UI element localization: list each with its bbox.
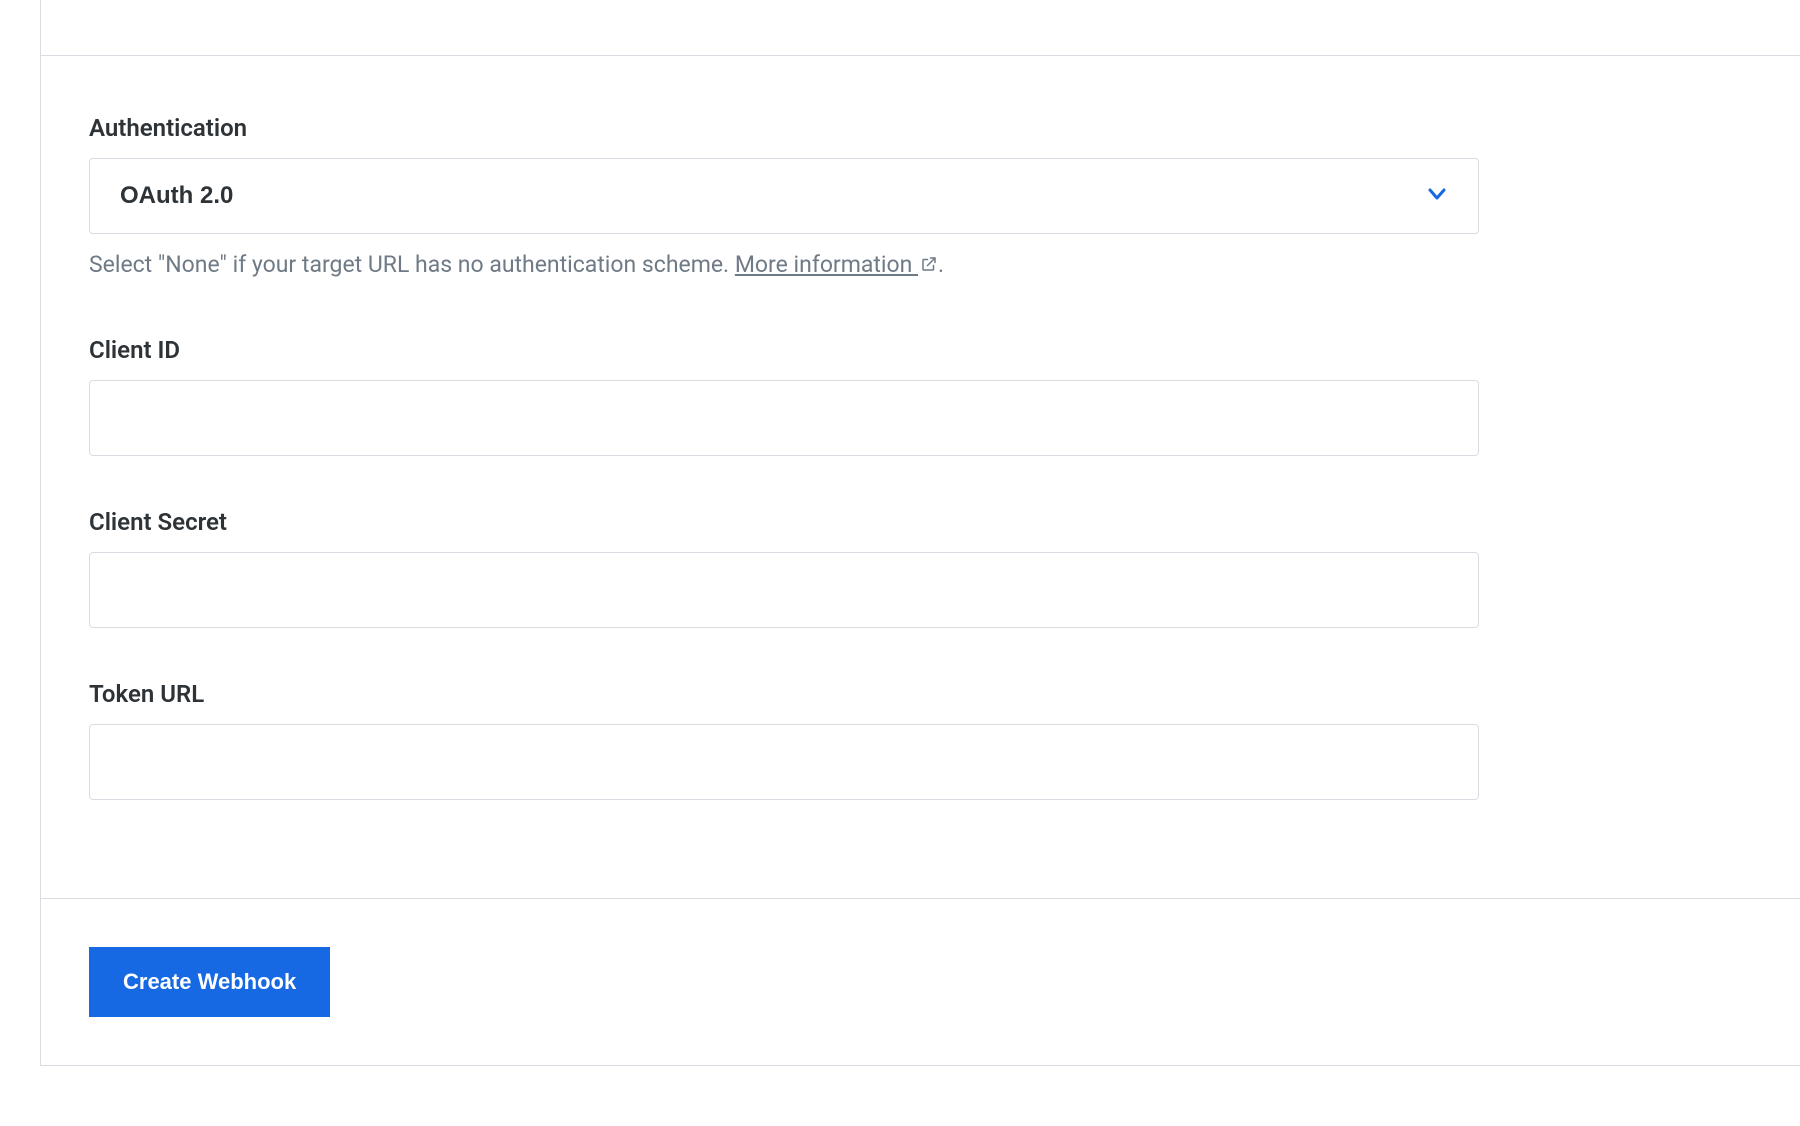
token-url-label: Token URL bbox=[89, 680, 1752, 708]
client-secret-group: Client Secret bbox=[89, 508, 1752, 628]
client-id-group: Client ID bbox=[89, 336, 1752, 456]
client-secret-input[interactable] bbox=[89, 552, 1479, 628]
token-url-group: Token URL bbox=[89, 680, 1752, 800]
more-information-link[interactable]: More information bbox=[735, 251, 938, 278]
authentication-group: Authentication OAuth 2.0 Select "None" i… bbox=[89, 114, 1752, 284]
authentication-help-prefix: Select "None" if your target URL has no … bbox=[89, 251, 735, 278]
authentication-selected-value: OAuth 2.0 bbox=[120, 182, 233, 209]
authentication-select[interactable]: OAuth 2.0 bbox=[89, 158, 1479, 234]
form-footer: Create Webhook bbox=[41, 898, 1800, 1065]
client-secret-label: Client Secret bbox=[89, 508, 1752, 536]
authentication-label: Authentication bbox=[89, 114, 1752, 142]
more-information-text: More information bbox=[735, 251, 918, 278]
create-webhook-button[interactable]: Create Webhook bbox=[89, 947, 330, 1017]
token-url-input[interactable] bbox=[89, 724, 1479, 800]
authentication-help-suffix: . bbox=[938, 251, 944, 278]
panel-upper-section bbox=[41, 0, 1800, 56]
form-body: Authentication OAuth 2.0 Select "None" i… bbox=[41, 56, 1800, 898]
client-id-label: Client ID bbox=[89, 336, 1752, 364]
authentication-select-wrap: OAuth 2.0 bbox=[89, 158, 1479, 234]
create-webhook-label: Create Webhook bbox=[123, 969, 296, 994]
external-link-icon bbox=[920, 249, 938, 284]
client-id-input[interactable] bbox=[89, 380, 1479, 456]
authentication-help: Select "None" if your target URL has no … bbox=[89, 248, 1752, 284]
